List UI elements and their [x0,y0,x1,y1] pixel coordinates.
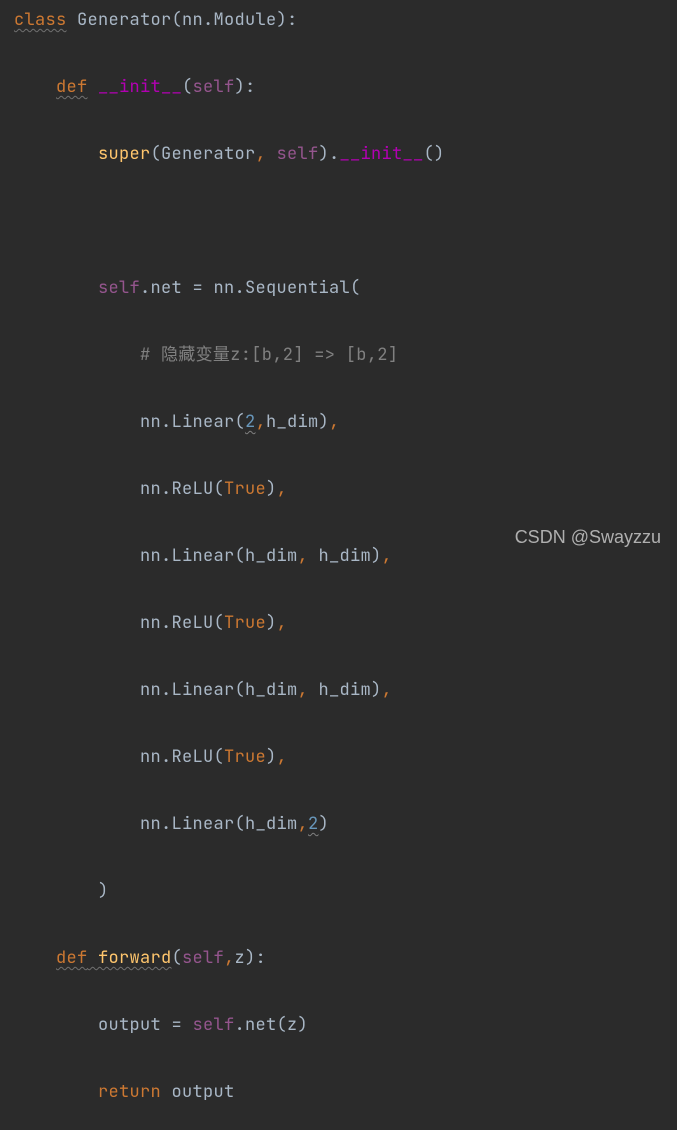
code-line: class Generator(nn.Module): [0,4,677,37]
code-line: nn.Linear(2,h_dim), [0,406,677,439]
builtin-super: super [98,143,151,165]
code-line: nn.Linear(h_dim, h_dim), [0,674,677,707]
code-line-blank [0,205,677,238]
code-line: return output [0,1076,677,1109]
class-decl: Generator(nn.Module): [67,9,298,31]
code-line: nn.ReLU(True), [0,473,677,506]
method-name: __init__ [88,76,183,98]
keyword-def: def [56,947,88,969]
code-line: nn.ReLU(True), [0,741,677,774]
keyword-class: class [14,9,67,31]
init-call: __init__ [340,143,424,165]
watermark: CSDN @Swayzzu [515,519,661,555]
method-name: forward [88,947,172,969]
keyword-def: def [56,76,88,98]
code-block: class Generator(nn.Module): def __init__… [0,4,677,1130]
comment: # 隐藏变量z:[b,2] => [b,2] [140,344,398,366]
code-line: super(Generator, self).__init__() [0,138,677,171]
keyword-return: return [98,1081,161,1103]
code-line: nn.ReLU(True), [0,607,677,640]
code-line: def __init__(self): [0,71,677,104]
code-line: def forward(self,z): [0,942,677,975]
self-param: self [193,76,235,98]
code-line: output = self.net(z) [0,1009,677,1042]
code-line: self.net = nn.Sequential( [0,272,677,305]
code-line: nn.Linear(h_dim,2) [0,808,677,841]
code-line: ) [0,875,677,908]
code-line: # 隐藏变量z:[b,2] => [b,2] [0,339,677,372]
